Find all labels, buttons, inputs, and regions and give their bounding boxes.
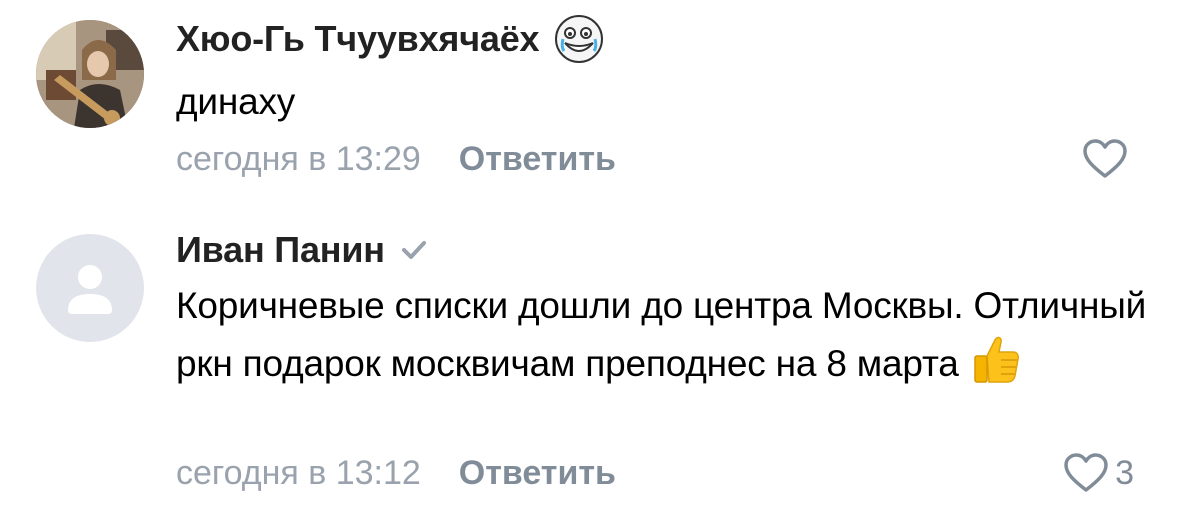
author-name[interactable]: Хюо-Гь Тчуувхячаёх <box>176 18 540 60</box>
author-line: Хюо-Гь Тчуувхячаёх <box>176 14 605 64</box>
reply-button[interactable]: Ответить <box>459 140 616 179</box>
user-placeholder-icon <box>68 265 112 314</box>
avatar-photo-image <box>36 20 144 128</box>
avatar[interactable] <box>36 234 144 342</box>
verified-check-icon <box>399 235 429 265</box>
comment-text: динаху <box>176 81 296 122</box>
author-name[interactable]: Иван Панин <box>176 229 385 271</box>
comment-meta: сегодня в 13:12 Ответить 3 <box>176 448 1134 498</box>
like-button[interactable] <box>1082 139 1134 179</box>
comment-timestamp[interactable]: сегодня в 13:29 <box>176 140 421 179</box>
like-button[interactable]: 3 <box>1063 453 1134 493</box>
avatar[interactable] <box>36 20 144 128</box>
comment-item: Иван Панин Коричневые списки дошли до це… <box>0 210 1179 529</box>
like-count: 3 <box>1115 453 1134 492</box>
heart-icon <box>1082 139 1128 179</box>
heart-icon <box>1063 453 1109 493</box>
thumbs-up-emoji <box>971 334 1021 400</box>
author-line: Иван Панин <box>176 225 429 275</box>
comment-meta: сегодня в 13:29 Ответить <box>176 134 1134 184</box>
comment-text: Коричневые списки дошли до центра Москвы… <box>176 278 1156 400</box>
comment-item: Хюо-Гь Тчуувхячаёх динаху сегодня в 13:2… <box>0 0 1179 200</box>
reply-button[interactable]: Ответить <box>459 454 616 493</box>
sticker-face-icon <box>553 13 605 65</box>
comment-timestamp[interactable]: сегодня в 13:12 <box>176 454 421 493</box>
